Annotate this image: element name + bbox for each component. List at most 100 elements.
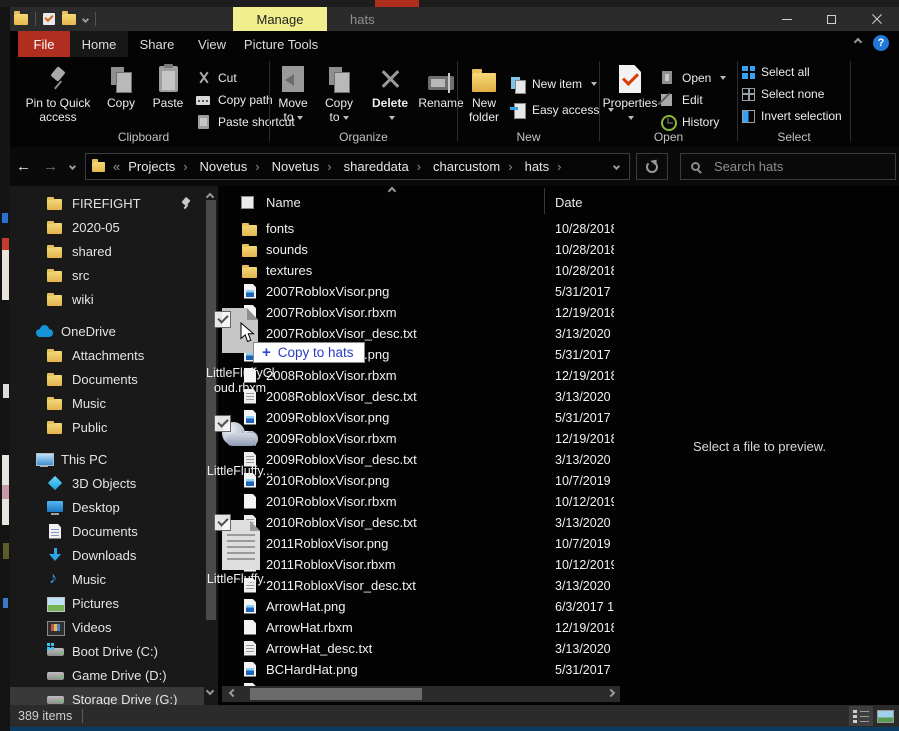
back-icon[interactable]: ← [16, 159, 31, 174]
sidebar-scrollbar[interactable] [204, 186, 218, 705]
file-row[interactable]: sounds 10/28/2018 [233, 239, 614, 260]
copy-button[interactable]: Copy [98, 61, 144, 111]
sidebar-item[interactable]: Boot Drive (C:) [10, 639, 206, 663]
date-column-header[interactable]: Date [555, 195, 582, 210]
sidebar-item[interactable]: 2020-05 [10, 215, 206, 239]
file-row[interactable]: ArrowHat_desc.txt 3/13/2020 8 [233, 638, 614, 659]
maximize-button[interactable] [809, 7, 854, 31]
file-row[interactable]: 2008RobloxVisor.png 5/31/2017 7 [233, 344, 614, 365]
sidebar-item[interactable]: 3D Objects [10, 471, 206, 495]
file-row[interactable]: 2009RobloxVisor_desc.txt 3/13/2020 8 [233, 449, 614, 470]
breadcrumb-item[interactable]: Novetus [270, 159, 342, 174]
select-none-button[interactable]: Select none [742, 83, 824, 105]
tab-home[interactable]: Home [70, 31, 128, 57]
sidebar-item[interactable]: FIREFIGHT [10, 191, 206, 215]
help-icon[interactable]: ? [873, 35, 889, 51]
file-row[interactable]: 2011RobloxVisor_desc.txt 3/13/2020 8 [233, 575, 614, 596]
properties-button[interactable]: Properties [600, 61, 660, 125]
paste-button[interactable]: Paste [144, 61, 192, 111]
qat-folder-icon[interactable] [62, 14, 76, 25]
file-row[interactable]: fonts 10/28/2018 [233, 218, 614, 239]
sidebar-item[interactable]: Downloads [10, 543, 206, 567]
horizontal-scrollbar-thumb[interactable] [250, 688, 422, 700]
sidebar-item[interactable]: Public [10, 415, 206, 439]
sidebar-item[interactable]: Storage Drive (G:) [10, 687, 206, 705]
close-button[interactable] [854, 7, 899, 31]
sidebar-item[interactable]: Videos [10, 615, 206, 639]
delete-button[interactable]: Delete [366, 61, 414, 125]
sidebar-item[interactable]: Game Drive (D:) [10, 663, 206, 687]
breadcrumb[interactable]: « Projects Novetus Novetus shareddata ch… [85, 153, 630, 180]
sidebar-item[interactable]: shared [10, 239, 206, 263]
sidebar-item[interactable]: OneDrive [10, 319, 206, 343]
manage-contextual-tab[interactable]: Manage [233, 7, 327, 31]
search-box[interactable] [680, 153, 896, 180]
file-row[interactable]: ArrowHat.rbxm 12/19/2018 [233, 617, 614, 638]
file-row[interactable]: textures 10/28/2018 [233, 260, 614, 281]
file-date: 10/12/2019 [555, 558, 614, 572]
breadcrumb-item[interactable]: hats [523, 159, 572, 174]
sidebar-item[interactable]: Attachments [10, 343, 206, 367]
qat-dropdown-chevron-icon[interactable] [82, 15, 89, 22]
file-row[interactable]: 2008RobloxVisor_desc.txt 3/13/2020 8 [233, 386, 614, 407]
collapse-ribbon-chevron-icon[interactable] [854, 38, 862, 46]
file-row[interactable]: ArrowHat.png 6/3/2017 11 [233, 596, 614, 617]
minimize-button[interactable] [764, 7, 809, 31]
tab-view[interactable]: View [186, 31, 238, 57]
refresh-button[interactable] [636, 153, 668, 180]
file-row[interactable]: 2011RobloxVisor.rbxm 10/12/2019 [233, 554, 614, 575]
sidebar-item[interactable]: Documents [10, 519, 206, 543]
recent-locations-chevron-icon[interactable] [69, 163, 76, 170]
new-folder-button[interactable]: New folder [458, 61, 510, 125]
sidebar-item[interactable]: This PC [10, 447, 206, 471]
scroll-left-icon[interactable] [229, 689, 237, 697]
details-view-button[interactable] [849, 706, 873, 726]
file-row[interactable]: BCHardHat.png 5/31/2017 7 [233, 659, 614, 680]
breadcrumb-item[interactable]: Projects [126, 159, 197, 174]
scroll-right-icon[interactable] [607, 689, 615, 697]
sidebar-item[interactable]: Pictures [10, 591, 206, 615]
file-row[interactable]: 2010RobloxVisor.png 10/7/2019 3 [233, 470, 614, 491]
breadcrumb-item[interactable]: charcustom [431, 159, 523, 174]
file-row[interactable]: 2009RobloxVisor.png 5/31/2017 7 [233, 407, 614, 428]
file-row[interactable]: 2007RobloxVisor_desc.txt 3/13/2020 8 [233, 323, 614, 344]
sidebar-item[interactable]: Documents [10, 367, 206, 391]
file-row[interactable]: 2009RobloxVisor.rbxm 12/19/2018 [233, 428, 614, 449]
sidebar-item[interactable]: Desktop [10, 495, 206, 519]
sidebar-item[interactable]: src [10, 263, 206, 287]
large-icons-view-button[interactable] [873, 706, 897, 726]
select-all-checkbox[interactable] [241, 196, 254, 209]
horizontal-scrollbar[interactable] [222, 686, 620, 702]
forward-icon[interactable]: → [43, 159, 58, 174]
edit-button[interactable]: Edit [660, 89, 726, 111]
invert-selection-button[interactable]: Invert selection [742, 105, 842, 127]
tab-picture-tools[interactable]: Picture Tools [234, 31, 328, 57]
sidebar-item[interactable]: Music [10, 391, 206, 415]
file-row[interactable]: 2010RobloxVisor_desc.txt 3/13/2020 8 [233, 512, 614, 533]
name-column-header[interactable]: Name [266, 195, 301, 210]
collapsed-crumbs-indicator[interactable]: « [113, 159, 120, 174]
sidebar-scrollbar-thumb[interactable] [206, 200, 216, 620]
file-row[interactable]: 2007RobloxVisor.png 5/31/2017 7 [233, 281, 614, 302]
address-dropdown-chevron-icon[interactable] [613, 163, 620, 170]
column-divider[interactable] [544, 188, 545, 214]
file-row[interactable]: 2008RobloxVisor.rbxm 12/19/2018 [233, 365, 614, 386]
file-row[interactable]: 2007RobloxVisor.rbxm 12/19/2018 [233, 302, 614, 323]
copy-to-button[interactable]: Copy to [316, 61, 362, 125]
pin-to-quick-access-button[interactable]: Pin to Quick access [18, 61, 98, 125]
move-to-button[interactable]: Move to [270, 61, 316, 125]
select-all-button[interactable]: Select all [742, 61, 810, 83]
breadcrumb-item[interactable]: shareddata [342, 159, 431, 174]
sidebar-item[interactable]: Music [10, 567, 206, 591]
qat-folder-icon[interactable] [14, 14, 28, 25]
sidebar-item[interactable]: wiki [10, 287, 206, 311]
qat-checkmark-icon[interactable] [43, 13, 55, 25]
tab-file[interactable]: File [18, 31, 70, 57]
tab-share[interactable]: Share [128, 31, 186, 57]
scroll-down-icon[interactable] [206, 687, 214, 695]
search-input[interactable] [712, 158, 872, 175]
file-row[interactable]: 2010RobloxVisor.rbxm 10/12/2019 [233, 491, 614, 512]
open-button[interactable]: Open [660, 67, 726, 89]
breadcrumb-item[interactable]: Novetus [198, 159, 270, 174]
file-row[interactable]: 2011RobloxVisor.png 10/7/2019 3 [233, 533, 614, 554]
